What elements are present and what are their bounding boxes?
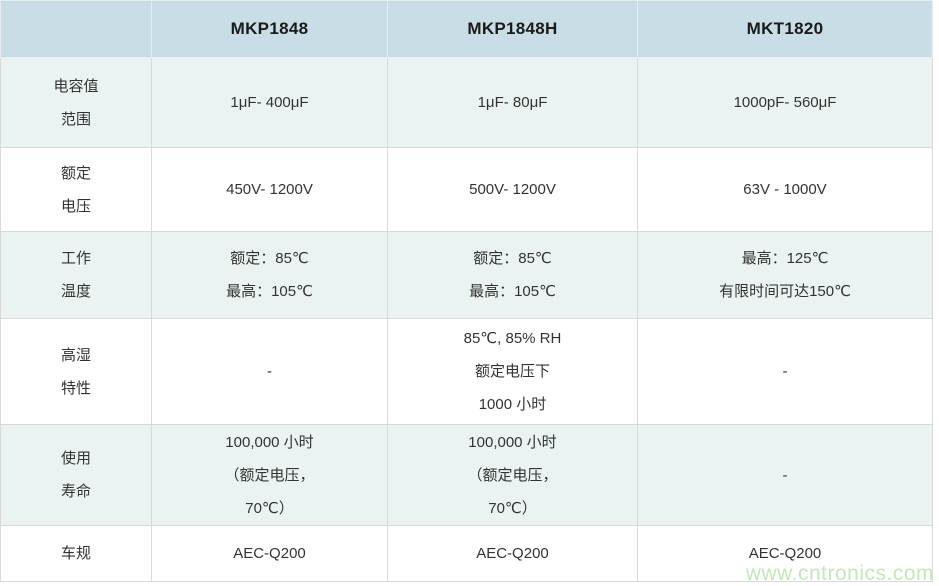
row-label: 使用寿命	[1, 425, 152, 526]
table-cell: 1μF- 400μF	[152, 58, 388, 148]
row-label-line: 电压	[1, 190, 151, 223]
table-header: MKP1848 MKP1848H MKT1820	[1, 1, 933, 58]
table-cell: -	[638, 425, 933, 526]
header-row: MKP1848 MKP1848H MKT1820	[1, 1, 933, 58]
corner-cell	[1, 1, 152, 58]
row-label-line: 工作	[1, 242, 151, 275]
row-label: 额定电压	[1, 148, 152, 232]
table-row: 工作温度额定：85℃最高：105℃额定：85℃最高：105℃最高：125℃有限时…	[1, 232, 933, 319]
row-label-line: 使用	[1, 442, 151, 475]
cell-line: -	[638, 355, 932, 388]
table-row: 使用寿命100,000 小时（额定电压，70℃）100,000 小时（额定电压，…	[1, 425, 933, 526]
cell-line: 63V - 1000V	[638, 173, 932, 206]
table-row: 电容值范围1μF- 400μF1μF- 80μF1000pF- 560μF	[1, 58, 933, 148]
cell-line: AEC-Q200	[638, 537, 932, 570]
cell-line: 500V- 1200V	[388, 173, 637, 206]
row-label: 车规	[1, 526, 152, 582]
table-cell: -	[152, 319, 388, 425]
cell-line: AEC-Q200	[388, 537, 637, 570]
table-cell: 100,000 小时（额定电压，70℃）	[388, 425, 638, 526]
cell-line: 最高：125℃	[638, 242, 932, 275]
column-header-mkp1848h: MKP1848H	[388, 1, 638, 58]
row-label-line: 高湿	[1, 339, 151, 372]
cell-line: 1μF- 400μF	[152, 86, 387, 119]
row-label: 电容值范围	[1, 58, 152, 148]
row-label: 工作温度	[1, 232, 152, 319]
cell-line: -	[152, 355, 387, 388]
row-label-line: 特性	[1, 372, 151, 405]
row-label-line: 寿命	[1, 475, 151, 508]
table-cell: 1000pF- 560μF	[638, 58, 933, 148]
table-cell: 1μF- 80μF	[388, 58, 638, 148]
column-header-mkt1820: MKT1820	[638, 1, 933, 58]
row-label-line: 范围	[1, 103, 151, 136]
row-label-line: 温度	[1, 275, 151, 308]
table-cell: 最高：125℃有限时间可达150℃	[638, 232, 933, 319]
cell-line: 100,000 小时	[152, 426, 387, 459]
table-row: 额定电压450V- 1200V500V- 1200V63V - 1000V	[1, 148, 933, 232]
row-label-line: 电容值	[1, 70, 151, 103]
cell-line: 70℃）	[388, 492, 637, 525]
table-body: 电容值范围1μF- 400μF1μF- 80μF1000pF- 560μF额定电…	[1, 58, 933, 582]
page: MKP1848 MKP1848H MKT1820 电容值范围1μF- 400μF…	[0, 0, 939, 586]
cell-line: （额定电压，	[388, 459, 637, 492]
table-cell: 100,000 小时（额定电压，70℃）	[152, 425, 388, 526]
table-row: 高湿特性-85℃, 85% RH额定电压下1000 小时-	[1, 319, 933, 425]
cell-line: 有限时间可达150℃	[638, 275, 932, 308]
row-label: 高湿特性	[1, 319, 152, 425]
cell-line: 1000 小时	[388, 388, 637, 421]
cell-line: 70℃）	[152, 492, 387, 525]
cell-line: -	[638, 459, 932, 492]
table-cell: 500V- 1200V	[388, 148, 638, 232]
table-cell: 450V- 1200V	[152, 148, 388, 232]
cell-line: 1000pF- 560μF	[638, 86, 932, 119]
cell-line: 100,000 小时	[388, 426, 637, 459]
cell-line: 1μF- 80μF	[388, 86, 637, 119]
row-label-line: 车规	[1, 537, 151, 570]
table-cell: 额定：85℃最高：105℃	[388, 232, 638, 319]
table-cell: AEC-Q200	[638, 526, 933, 582]
cell-line: 额定：85℃	[152, 242, 387, 275]
column-header-mkp1848: MKP1848	[152, 1, 388, 58]
table-cell: 额定：85℃最高：105℃	[152, 232, 388, 319]
cell-line: （额定电压，	[152, 459, 387, 492]
cell-line: 额定电压下	[388, 355, 637, 388]
spec-comparison-table: MKP1848 MKP1848H MKT1820 电容值范围1μF- 400μF…	[0, 0, 933, 582]
cell-line: AEC-Q200	[152, 537, 387, 570]
cell-line: 450V- 1200V	[152, 173, 387, 206]
table-cell: -	[638, 319, 933, 425]
row-label-line: 额定	[1, 157, 151, 190]
table-row: 车规AEC-Q200AEC-Q200AEC-Q200	[1, 526, 933, 582]
table-cell: AEC-Q200	[152, 526, 388, 582]
cell-line: 85℃, 85% RH	[388, 322, 637, 355]
table-cell: 63V - 1000V	[638, 148, 933, 232]
cell-line: 额定：85℃	[388, 242, 637, 275]
table-cell: 85℃, 85% RH额定电压下1000 小时	[388, 319, 638, 425]
cell-line: 最高：105℃	[152, 275, 387, 308]
table-cell: AEC-Q200	[388, 526, 638, 582]
cell-line: 最高：105℃	[388, 275, 637, 308]
